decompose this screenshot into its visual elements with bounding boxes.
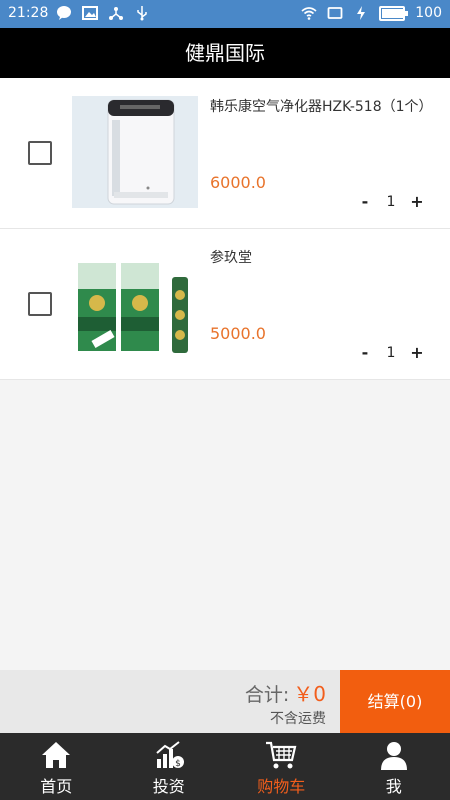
tab-investment[interactable]: $ 投资 [113, 733, 226, 800]
tab-me[interactable]: 我 [338, 733, 450, 800]
item-checkbox[interactable] [28, 141, 52, 165]
tab-home[interactable]: 首页 [0, 733, 113, 800]
battery-icon [379, 5, 409, 21]
status-bar: 21:28 100 [0, 0, 450, 28]
item-price: 6000.0 [210, 173, 266, 192]
tab-label: 投资 [152, 777, 185, 796]
network-share-icon [109, 7, 123, 20]
total-label: 合计: [244, 684, 290, 706]
home-icon [42, 742, 71, 768]
total-amount: ￥0 [293, 682, 326, 706]
increase-button[interactable]: + [410, 192, 424, 211]
battery-level: 100 [415, 5, 442, 21]
total-price: 合计: ￥0 [245, 678, 326, 707]
message-icon [57, 6, 71, 20]
status-time: 21:28 [8, 5, 49, 21]
air-purifier-image[interactable] [72, 96, 198, 208]
bottom-tab-bar: 首页 $ 投资 购物车 我 [0, 733, 450, 800]
cart-list: 韩乐康空气净化器HZK-518（1个） 6000.0 - 1 + 参玖堂 500 [0, 78, 450, 380]
investment-chart-icon: $ [156, 741, 184, 769]
cart-item: 韩乐康空气净化器HZK-518（1个） 6000.0 - 1 + [0, 78, 450, 229]
item-price: 5000.0 [210, 324, 266, 343]
image-icon [82, 6, 98, 20]
ginseng-product-image[interactable] [72, 247, 198, 359]
tab-label: 首页 [40, 777, 73, 796]
charging-icon [357, 6, 366, 20]
cart-item: 参玖堂 5000.0 - 1 + [0, 229, 450, 380]
quantity-value[interactable]: 1 [384, 345, 398, 361]
usb-icon [137, 6, 147, 21]
user-icon [380, 742, 407, 770]
item-checkbox[interactable] [28, 292, 52, 316]
tab-label: 购物车 [257, 777, 306, 796]
decrease-button[interactable]: - [358, 192, 372, 211]
page-title: 健鼎国际 [185, 41, 265, 65]
title-bar: 健鼎国际 [0, 28, 450, 78]
decrease-button[interactable]: - [358, 343, 372, 362]
increase-button[interactable]: + [410, 343, 424, 362]
quantity-value[interactable]: 1 [384, 194, 398, 210]
shipping-note: 不含运费 [270, 711, 326, 727]
item-name[interactable]: 韩乐康空气净化器HZK-518（1个） [210, 98, 433, 116]
quantity-stepper: - 1 + [358, 343, 424, 362]
cart-summary-bar: 合计: ￥0 不含运费 结算(0) [0, 670, 450, 733]
item-name[interactable]: 参玖堂 [210, 249, 430, 267]
svg-text:$: $ [175, 759, 181, 769]
tab-cart[interactable]: 购物车 [225, 733, 338, 800]
checkout-button[interactable]: 结算(0) [340, 670, 450, 733]
wifi-icon [301, 7, 317, 20]
tab-label: 我 [385, 777, 402, 796]
screen-icon [327, 7, 343, 19]
quantity-stepper: - 1 + [358, 192, 424, 211]
shopping-cart-icon [266, 741, 297, 769]
